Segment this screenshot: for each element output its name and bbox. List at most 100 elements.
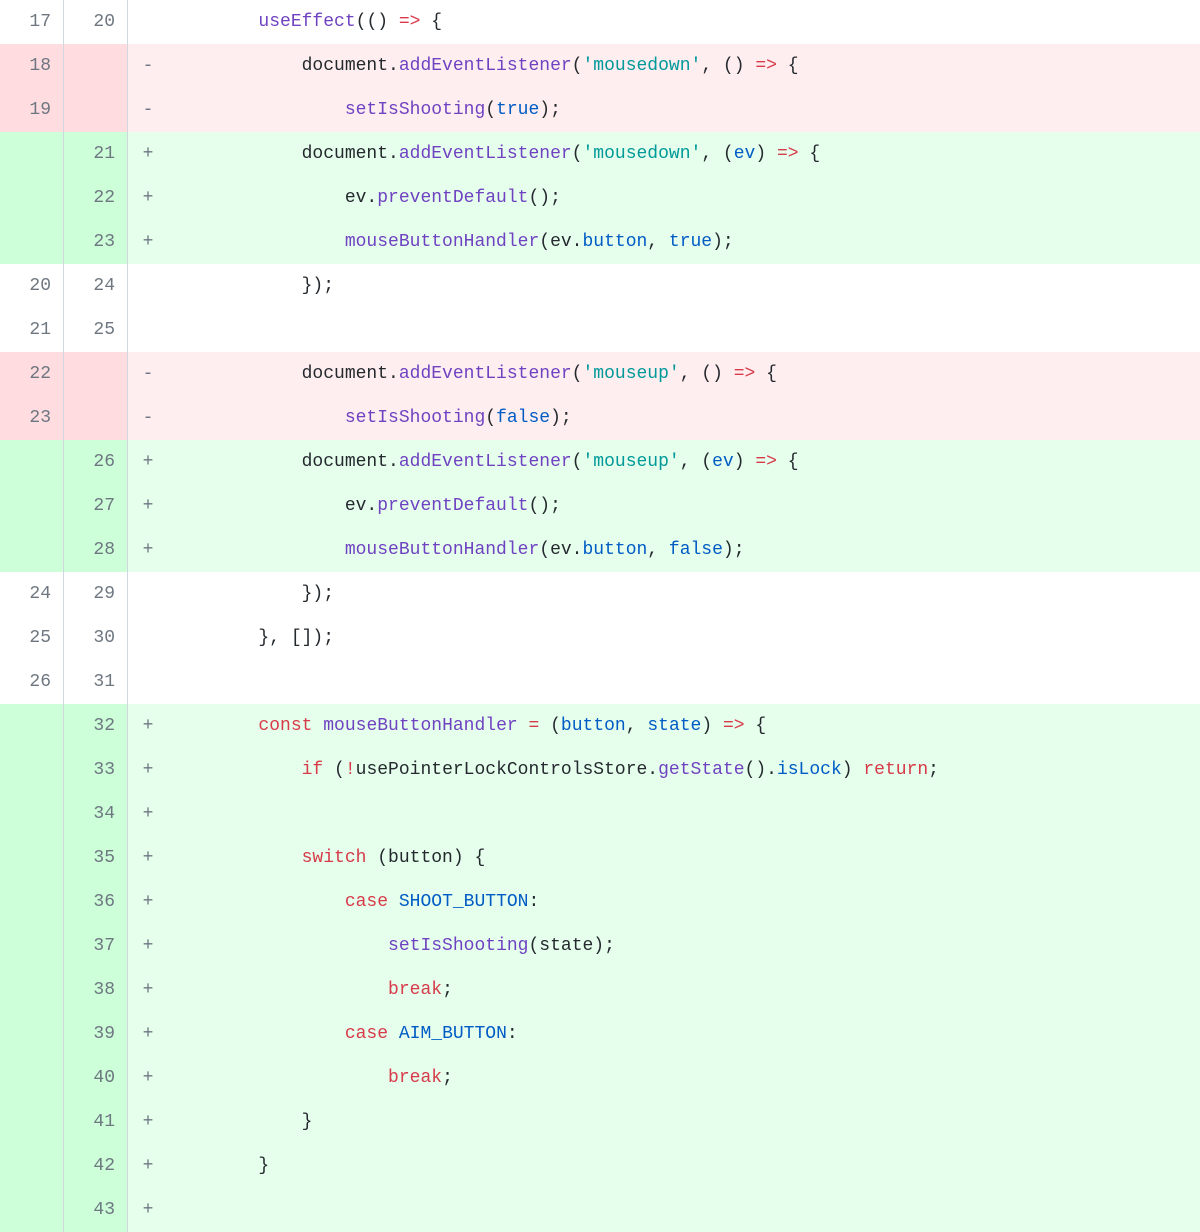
old-line-number bbox=[0, 880, 64, 924]
diff-row[interactable]: 40+ break; bbox=[0, 1056, 1200, 1100]
code-line[interactable] bbox=[168, 1188, 1200, 1232]
diff-symbol: + bbox=[128, 1056, 168, 1100]
diff-row[interactable]: 35+ switch (button) { bbox=[0, 836, 1200, 880]
code-line[interactable]: mouseButtonHandler(ev.button, true); bbox=[168, 220, 1200, 264]
code-token: (state); bbox=[528, 936, 614, 956]
code-token: button bbox=[582, 232, 647, 252]
code-token: usePointerLockControlsStore. bbox=[356, 760, 658, 780]
diff-row[interactable]: 21+ document.addEventListener('mousedown… bbox=[0, 132, 1200, 176]
code-line[interactable]: }); bbox=[168, 264, 1200, 308]
code-line[interactable]: } bbox=[168, 1144, 1200, 1188]
new-line-number: 28 bbox=[64, 528, 128, 572]
code-token: ); bbox=[539, 100, 561, 120]
new-line-number: 32 bbox=[64, 704, 128, 748]
code-token: (button) { bbox=[366, 848, 485, 868]
new-line-number: 21 bbox=[64, 132, 128, 176]
code-token: setIsShooting bbox=[345, 100, 485, 120]
code-token: } bbox=[172, 1112, 312, 1132]
diff-row[interactable]: 41+ } bbox=[0, 1100, 1200, 1144]
code-token: 'mousedown' bbox=[582, 56, 701, 76]
new-line-number: 22 bbox=[64, 176, 128, 220]
code-token: document. bbox=[172, 364, 399, 384]
new-line-number bbox=[64, 88, 128, 132]
code-token: break bbox=[388, 980, 442, 1000]
code-line[interactable]: setIsShooting(state); bbox=[168, 924, 1200, 968]
diff-row[interactable]: 2631 bbox=[0, 660, 1200, 704]
code-line[interactable]: document.addEventListener('mouseup', () … bbox=[168, 352, 1200, 396]
code-line[interactable]: case SHOOT_BUTTON: bbox=[168, 880, 1200, 924]
code-line[interactable]: setIsShooting(true); bbox=[168, 88, 1200, 132]
code-line[interactable]: document.addEventListener('mousedown', (… bbox=[168, 132, 1200, 176]
diff-row[interactable]: 32+ const mouseButtonHandler = (button, … bbox=[0, 704, 1200, 748]
old-line-number bbox=[0, 132, 64, 176]
diff-row[interactable]: 2125 bbox=[0, 308, 1200, 352]
code-line[interactable]: document.addEventListener('mousedown', (… bbox=[168, 44, 1200, 88]
diff-symbol: + bbox=[128, 792, 168, 836]
old-line-number bbox=[0, 528, 64, 572]
code-token: mouseButtonHandler bbox=[345, 232, 539, 252]
code-token: , bbox=[647, 540, 669, 560]
code-line[interactable]: case AIM_BUTTON: bbox=[168, 1012, 1200, 1056]
new-line-number: 38 bbox=[64, 968, 128, 1012]
diff-row[interactable]: 43+ bbox=[0, 1188, 1200, 1232]
diff-symbol bbox=[128, 308, 168, 352]
code-token: SHOOT_BUTTON bbox=[399, 892, 529, 912]
code-token: 'mouseup' bbox=[582, 364, 679, 384]
new-line-number: 23 bbox=[64, 220, 128, 264]
old-line-number bbox=[0, 704, 64, 748]
diff-row[interactable]: 28+ mouseButtonHandler(ev.button, false)… bbox=[0, 528, 1200, 572]
code-line[interactable]: ev.preventDefault(); bbox=[168, 176, 1200, 220]
code-token: if bbox=[302, 760, 324, 780]
code-line[interactable]: if (!usePointerLockControlsStore.getStat… bbox=[168, 748, 1200, 792]
code-line[interactable] bbox=[168, 792, 1200, 836]
code-line[interactable] bbox=[168, 308, 1200, 352]
diff-row[interactable]: 2024 }); bbox=[0, 264, 1200, 308]
diff-row[interactable]: 23+ mouseButtonHandler(ev.button, true); bbox=[0, 220, 1200, 264]
diff-symbol bbox=[128, 572, 168, 616]
code-line[interactable]: document.addEventListener('mouseup', (ev… bbox=[168, 440, 1200, 484]
code-line[interactable]: } bbox=[168, 1100, 1200, 1144]
diff-row[interactable]: 22+ ev.preventDefault(); bbox=[0, 176, 1200, 220]
diff-row[interactable]: 37+ setIsShooting(state); bbox=[0, 924, 1200, 968]
diff-row[interactable]: 34+ bbox=[0, 792, 1200, 836]
diff-row[interactable]: 18- document.addEventListener('mousedown… bbox=[0, 44, 1200, 88]
code-line[interactable]: switch (button) { bbox=[168, 836, 1200, 880]
diff-row[interactable]: 36+ case SHOOT_BUTTON: bbox=[0, 880, 1200, 924]
code-token: ) bbox=[701, 716, 723, 736]
code-line[interactable]: }, []); bbox=[168, 616, 1200, 660]
code-token: document. bbox=[172, 452, 399, 472]
diff-row[interactable]: 39+ case AIM_BUTTON: bbox=[0, 1012, 1200, 1056]
old-line-number: 18 bbox=[0, 44, 64, 88]
code-token: } bbox=[172, 1156, 269, 1176]
code-line[interactable] bbox=[168, 660, 1200, 704]
code-token: ( bbox=[539, 716, 561, 736]
code-line[interactable]: break; bbox=[168, 968, 1200, 1012]
diff-row[interactable]: 23- setIsShooting(false); bbox=[0, 396, 1200, 440]
code-token: , ( bbox=[701, 144, 733, 164]
diff-row[interactable]: 22- document.addEventListener('mouseup',… bbox=[0, 352, 1200, 396]
code-line[interactable]: }); bbox=[168, 572, 1200, 616]
code-line[interactable]: break; bbox=[168, 1056, 1200, 1100]
diff-row[interactable]: 42+ } bbox=[0, 1144, 1200, 1188]
diff-row[interactable]: 26+ document.addEventListener('mouseup',… bbox=[0, 440, 1200, 484]
diff-row[interactable]: 2530 }, []); bbox=[0, 616, 1200, 660]
diff-row[interactable]: 27+ ev.preventDefault(); bbox=[0, 484, 1200, 528]
code-line[interactable]: mouseButtonHandler(ev.button, false); bbox=[168, 528, 1200, 572]
code-token: ; bbox=[442, 980, 453, 1000]
diff-row[interactable]: 33+ if (!usePointerLockControlsStore.get… bbox=[0, 748, 1200, 792]
code-token: isLock bbox=[777, 760, 842, 780]
code-token: { bbox=[777, 452, 799, 472]
diff-row[interactable]: 1720 useEffect(() => { bbox=[0, 0, 1200, 44]
code-line[interactable]: const mouseButtonHandler = (button, stat… bbox=[168, 704, 1200, 748]
code-line[interactable]: setIsShooting(false); bbox=[168, 396, 1200, 440]
code-line[interactable]: ev.preventDefault(); bbox=[168, 484, 1200, 528]
diff-row[interactable]: 2429 }); bbox=[0, 572, 1200, 616]
diff-row[interactable]: 38+ break; bbox=[0, 968, 1200, 1012]
code-line[interactable]: useEffect(() => { bbox=[168, 0, 1200, 44]
code-token: break bbox=[388, 1068, 442, 1088]
diff-symbol: + bbox=[128, 176, 168, 220]
diff-row[interactable]: 19- setIsShooting(true); bbox=[0, 88, 1200, 132]
diff-view: 1720 useEffect(() => {18- document.addEv… bbox=[0, 0, 1200, 1232]
diff-symbol: + bbox=[128, 220, 168, 264]
code-token: addEventListener bbox=[399, 364, 572, 384]
